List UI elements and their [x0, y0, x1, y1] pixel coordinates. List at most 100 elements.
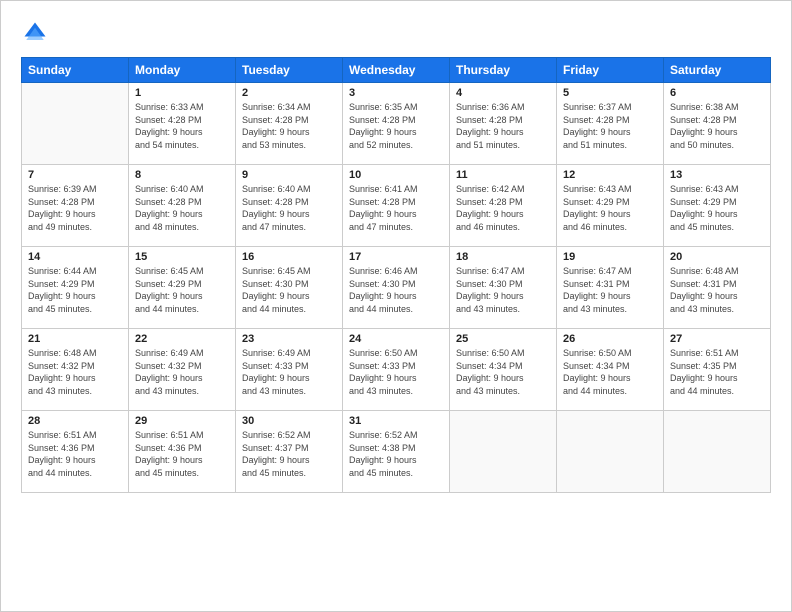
day-info: Sunrise: 6:47 AM Sunset: 4:31 PM Dayligh… — [563, 265, 657, 315]
day-number: 23 — [242, 333, 336, 345]
day-info: Sunrise: 6:41 AM Sunset: 4:28 PM Dayligh… — [349, 183, 443, 233]
calendar-cell: 30 Sunrise: 6:52 AM Sunset: 4:37 PM Dayli… — [236, 411, 343, 493]
day-number: 26 — [563, 333, 657, 345]
calendar-cell: 17 Sunrise: 6:46 AM Sunset: 4:30 PM Dayli… — [343, 247, 450, 329]
day-info: Sunrise: 6:45 AM Sunset: 4:30 PM Dayligh… — [242, 265, 336, 315]
day-number: 24 — [349, 333, 443, 345]
logo-icon — [21, 19, 49, 47]
calendar-cell — [664, 411, 771, 493]
weekday-row: SundayMondayTuesdayWednesdayThursdayFrid… — [22, 58, 771, 83]
calendar-cell: 13 Sunrise: 6:43 AM Sunset: 4:29 PM Dayli… — [664, 165, 771, 247]
calendar-cell: 24 Sunrise: 6:50 AM Sunset: 4:33 PM Dayli… — [343, 329, 450, 411]
calendar-cell: 12Sunrise: 6:43 AM Sunset: 4:29 PM Dayli… — [557, 165, 664, 247]
weekday-header: Tuesday — [236, 58, 343, 83]
calendar-cell: 22 Sunrise: 6:49 AM Sunset: 4:32 PM Dayli… — [129, 329, 236, 411]
day-info: Sunrise: 6:50 AM Sunset: 4:33 PM Dayligh… — [349, 347, 443, 397]
calendar-cell: 5Sunrise: 6:37 AM Sunset: 4:28 PM Daylig… — [557, 83, 664, 165]
day-number: 27 — [670, 333, 764, 345]
calendar-cell: 8 Sunrise: 6:40 AM Sunset: 4:28 PM Daylig… — [129, 165, 236, 247]
calendar-cell: 4 Sunrise: 6:36 AM Sunset: 4:28 PM Daylig… — [450, 83, 557, 165]
weekday-header: Monday — [129, 58, 236, 83]
day-number: 30 — [242, 415, 336, 427]
day-number: 10 — [349, 169, 443, 181]
calendar-cell — [557, 411, 664, 493]
day-number: 4 — [456, 87, 550, 99]
day-number: 22 — [135, 333, 229, 345]
calendar-cell: 10 Sunrise: 6:41 AM Sunset: 4:28 PM Dayli… — [343, 165, 450, 247]
calendar-cell: 31 Sunrise: 6:52 AM Sunset: 4:38 PM Dayli… — [343, 411, 450, 493]
calendar-cell: 18Sunrise: 6:47 AM Sunset: 4:30 PM Dayli… — [450, 247, 557, 329]
header — [21, 19, 771, 47]
day-info: Sunrise: 6:40 AM Sunset: 4:28 PM Dayligh… — [242, 183, 336, 233]
day-info: Sunrise: 6:34 AM Sunset: 4:28 PM Dayligh… — [242, 101, 336, 151]
day-number: 1 — [135, 87, 229, 99]
calendar-week: 1Sunrise: 6:33 AM Sunset: 4:28 PM Daylig… — [22, 83, 771, 165]
weekday-header: Friday — [557, 58, 664, 83]
day-number: 5 — [563, 87, 657, 99]
day-info: Sunrise: 6:46 AM Sunset: 4:30 PM Dayligh… — [349, 265, 443, 315]
day-number: 21 — [28, 333, 122, 345]
day-info: Sunrise: 6:43 AM Sunset: 4:29 PM Dayligh… — [563, 183, 657, 233]
calendar-cell: 26 Sunrise: 6:50 AM Sunset: 4:34 PM Dayli… — [557, 329, 664, 411]
day-number: 9 — [242, 169, 336, 181]
day-number: 25 — [456, 333, 550, 345]
calendar-cell: 2Sunrise: 6:34 AM Sunset: 4:28 PM Daylig… — [236, 83, 343, 165]
day-number: 3 — [349, 87, 443, 99]
calendar-cell: 9 Sunrise: 6:40 AM Sunset: 4:28 PM Daylig… — [236, 165, 343, 247]
weekday-header: Thursday — [450, 58, 557, 83]
day-number: 11 — [456, 169, 550, 181]
calendar-cell: 1Sunrise: 6:33 AM Sunset: 4:28 PM Daylig… — [129, 83, 236, 165]
day-number: 15 — [135, 251, 229, 263]
calendar-cell: 3 Sunrise: 6:35 AM Sunset: 4:28 PM Daylig… — [343, 83, 450, 165]
day-info: Sunrise: 6:35 AM Sunset: 4:28 PM Dayligh… — [349, 101, 443, 151]
day-number: 31 — [349, 415, 443, 427]
calendar-cell: 16 Sunrise: 6:45 AM Sunset: 4:30 PM Dayli… — [236, 247, 343, 329]
day-info: Sunrise: 6:38 AM Sunset: 4:28 PM Dayligh… — [670, 101, 764, 151]
day-info: Sunrise: 6:48 AM Sunset: 4:32 PM Dayligh… — [28, 347, 122, 397]
day-info: Sunrise: 6:36 AM Sunset: 4:28 PM Dayligh… — [456, 101, 550, 151]
day-number: 8 — [135, 169, 229, 181]
day-info: Sunrise: 6:51 AM Sunset: 4:35 PM Dayligh… — [670, 347, 764, 397]
day-info: Sunrise: 6:50 AM Sunset: 4:34 PM Dayligh… — [563, 347, 657, 397]
day-number: 7 — [28, 169, 122, 181]
logo — [21, 19, 53, 47]
day-info: Sunrise: 6:47 AM Sunset: 4:30 PM Dayligh… — [456, 265, 550, 315]
calendar-week: 21 Sunrise: 6:48 AM Sunset: 4:32 PM Dayli… — [22, 329, 771, 411]
day-number: 17 — [349, 251, 443, 263]
calendar-cell: 14 Sunrise: 6:44 AM Sunset: 4:29 PM Dayli… — [22, 247, 129, 329]
day-info: Sunrise: 6:39 AM Sunset: 4:28 PM Dayligh… — [28, 183, 122, 233]
day-info: Sunrise: 6:43 AM Sunset: 4:29 PM Dayligh… — [670, 183, 764, 233]
day-info: Sunrise: 6:40 AM Sunset: 4:28 PM Dayligh… — [135, 183, 229, 233]
calendar-cell: 27 Sunrise: 6:51 AM Sunset: 4:35 PM Dayli… — [664, 329, 771, 411]
day-info: Sunrise: 6:42 AM Sunset: 4:28 PM Dayligh… — [456, 183, 550, 233]
page: SundayMondayTuesdayWednesdayThursdayFrid… — [0, 0, 792, 612]
day-number: 6 — [670, 87, 764, 99]
calendar-week: 28Sunrise: 6:51 AM Sunset: 4:36 PM Dayli… — [22, 411, 771, 493]
day-info: Sunrise: 6:44 AM Sunset: 4:29 PM Dayligh… — [28, 265, 122, 315]
day-info: Sunrise: 6:49 AM Sunset: 4:33 PM Dayligh… — [242, 347, 336, 397]
calendar-header: SundayMondayTuesdayWednesdayThursdayFrid… — [22, 58, 771, 83]
weekday-header: Saturday — [664, 58, 771, 83]
day-info: Sunrise: 6:52 AM Sunset: 4:38 PM Dayligh… — [349, 429, 443, 479]
calendar-cell: 25 Sunrise: 6:50 AM Sunset: 4:34 PM Dayli… — [450, 329, 557, 411]
day-number: 19 — [563, 251, 657, 263]
day-number: 28 — [28, 415, 122, 427]
day-info: Sunrise: 6:49 AM Sunset: 4:32 PM Dayligh… — [135, 347, 229, 397]
day-number: 14 — [28, 251, 122, 263]
calendar-week: 14 Sunrise: 6:44 AM Sunset: 4:29 PM Dayli… — [22, 247, 771, 329]
calendar-cell: 28Sunrise: 6:51 AM Sunset: 4:36 PM Dayli… — [22, 411, 129, 493]
calendar-cell: 11 Sunrise: 6:42 AM Sunset: 4:28 PM Dayli… — [450, 165, 557, 247]
calendar: SundayMondayTuesdayWednesdayThursdayFrid… — [21, 57, 771, 493]
calendar-cell: 7 Sunrise: 6:39 AM Sunset: 4:28 PM Daylig… — [22, 165, 129, 247]
calendar-cell: 20 Sunrise: 6:48 AM Sunset: 4:31 PM Dayli… — [664, 247, 771, 329]
calendar-cell: 15Sunrise: 6:45 AM Sunset: 4:29 PM Dayli… — [129, 247, 236, 329]
calendar-cell — [22, 83, 129, 165]
day-info: Sunrise: 6:48 AM Sunset: 4:31 PM Dayligh… — [670, 265, 764, 315]
day-info: Sunrise: 6:52 AM Sunset: 4:37 PM Dayligh… — [242, 429, 336, 479]
calendar-cell: 19 Sunrise: 6:47 AM Sunset: 4:31 PM Dayli… — [557, 247, 664, 329]
day-number: 16 — [242, 251, 336, 263]
day-number: 29 — [135, 415, 229, 427]
day-number: 13 — [670, 169, 764, 181]
day-info: Sunrise: 6:50 AM Sunset: 4:34 PM Dayligh… — [456, 347, 550, 397]
day-number: 20 — [670, 251, 764, 263]
